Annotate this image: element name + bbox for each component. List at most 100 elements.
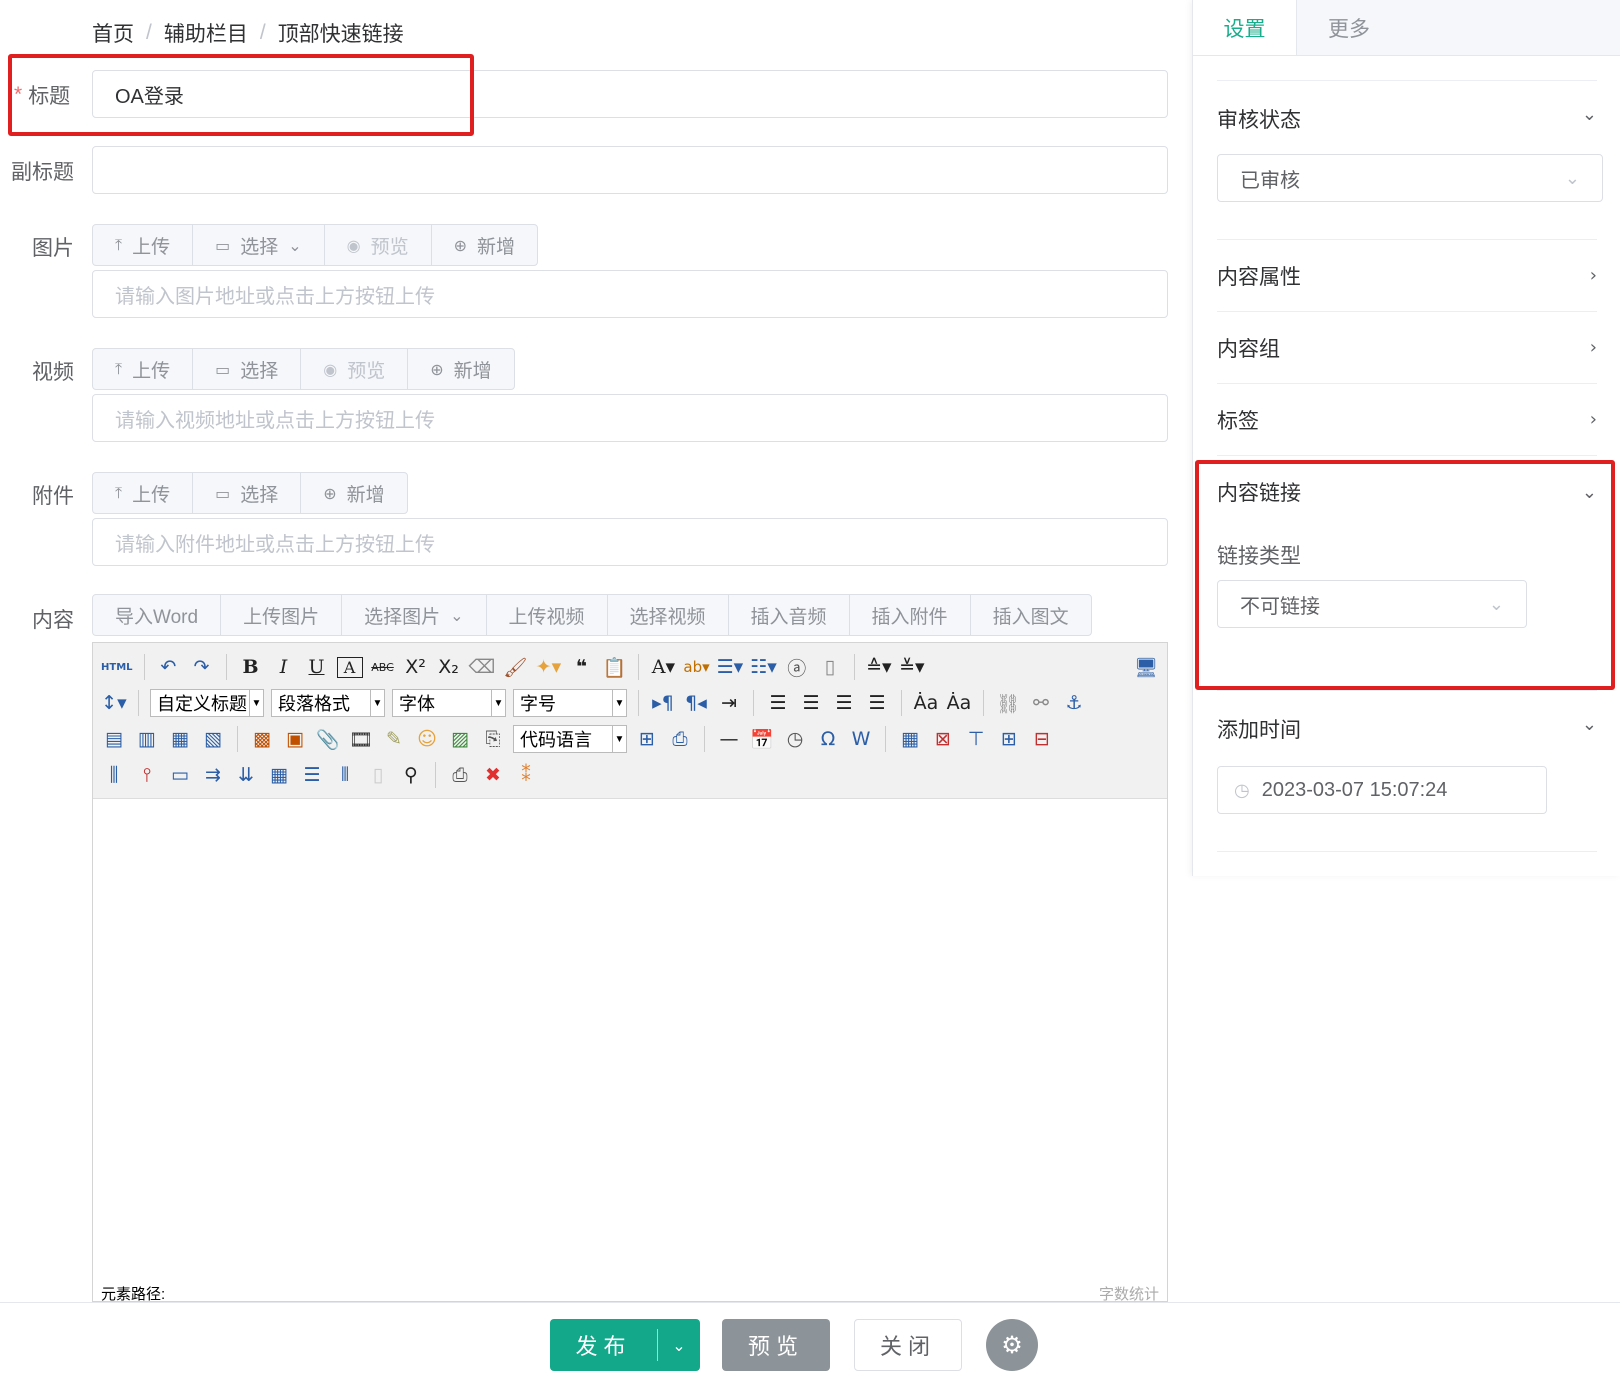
- insert-row-icon[interactable]: ⊞: [996, 728, 1022, 750]
- insert-table-icon[interactable]: ▦: [897, 728, 923, 750]
- auto-format-icon[interactable]: ✦▾: [535, 656, 561, 678]
- subscript-icon[interactable]: X₂: [436, 656, 462, 678]
- search-replace-icon[interactable]: ⚲: [398, 764, 424, 786]
- insert-image-icon[interactable]: ▣: [282, 728, 308, 750]
- close-button[interactable]: 关闭: [854, 1319, 962, 1371]
- video-add-button[interactable]: ⊕ 新增: [408, 349, 513, 389]
- split-rows-icon[interactable]: ☰: [299, 764, 325, 786]
- select-video-button[interactable]: 选择视频: [608, 595, 729, 635]
- row-spacing-bottom-icon[interactable]: ≚▾: [899, 656, 925, 678]
- row-spacing-top-icon[interactable]: ≙▾: [866, 656, 892, 678]
- strikethrough-icon[interactable]: ABC: [370, 661, 396, 674]
- video-url-input[interactable]: 请输入视频地址或点击上方按钮上传: [92, 394, 1168, 442]
- select-all-icon[interactable]: ⓐ: [784, 654, 810, 681]
- attachment-add-button[interactable]: ⊕ 新增: [301, 473, 406, 513]
- image-preview-button[interactable]: ◉ 预览: [325, 225, 432, 265]
- merge-right-icon[interactable]: ⇉: [200, 764, 226, 786]
- image-center-icon[interactable]: ▧: [200, 728, 226, 750]
- insert-col-icon[interactable]: ⫼: [101, 764, 127, 786]
- attachment-upload-button[interactable]: ⤒ 上传: [93, 473, 194, 513]
- delete-row-icon[interactable]: ⊟: [1029, 728, 1055, 750]
- split-cells-icon[interactable]: ▦: [266, 764, 292, 786]
- ordered-list-icon[interactable]: ☰▾: [717, 656, 744, 678]
- insert-article-button[interactable]: 插入图文: [971, 595, 1091, 635]
- font-size-select[interactable]: 字号 ▼: [513, 689, 627, 717]
- date-icon[interactable]: 📅: [749, 728, 775, 751]
- upload-video-button[interactable]: 上传视频: [487, 595, 608, 635]
- add-time-picker[interactable]: ◷ 2023-03-07 15:07:24: [1217, 766, 1547, 814]
- paste-text-icon[interactable]: 📋: [601, 656, 627, 679]
- font-family-select[interactable]: 字体 ▼: [392, 689, 506, 717]
- time-icon[interactable]: ◷: [782, 728, 808, 750]
- merge-down-icon[interactable]: ⇊: [233, 764, 259, 786]
- review-status-title[interactable]: 审核状态: [1217, 104, 1301, 134]
- indent-icon[interactable]: ⇥: [716, 692, 742, 714]
- split-cols-icon[interactable]: ⦀: [332, 764, 358, 786]
- horizontal-rule-icon[interactable]: —: [716, 728, 742, 750]
- tags-section[interactable]: 标签 ›: [1217, 384, 1597, 456]
- emotion-icon[interactable]: ☺: [414, 728, 440, 750]
- custom-heading-select[interactable]: 自定义标题 ▼: [150, 689, 264, 717]
- insert-audio-button[interactable]: 插入音频: [729, 595, 850, 635]
- align-right-icon[interactable]: ☰: [831, 692, 857, 714]
- video-upload-button[interactable]: ⤒ 上传: [93, 349, 194, 389]
- image-left-icon[interactable]: ▥: [134, 728, 160, 750]
- link-icon[interactable]: ⛓: [995, 692, 1021, 715]
- clear-doc-icon[interactable]: ▯: [817, 656, 843, 678]
- template-icon[interactable]: ⎘: [480, 728, 506, 750]
- code-language-select[interactable]: 代码语言 ▼: [513, 725, 627, 753]
- uppercase-icon[interactable]: Ȧa: [913, 692, 939, 714]
- paragraph-format-select[interactable]: 段落格式 ▼: [271, 689, 385, 717]
- video-preview-button[interactable]: ◉ 预览: [301, 349, 409, 389]
- insert-video-icon[interactable]: 🎞: [348, 728, 374, 751]
- upload-image-button[interactable]: 上传图片: [221, 595, 343, 635]
- subtitle-input[interactable]: [92, 146, 1168, 194]
- add-time-title[interactable]: 添加时间: [1217, 714, 1301, 744]
- import-word-button[interactable]: 导入Word: [93, 595, 222, 635]
- ltr-icon[interactable]: ▸¶: [650, 692, 676, 714]
- chevron-down-icon[interactable]: ⌄: [658, 1336, 700, 1355]
- tab-more[interactable]: 更多: [1297, 0, 1401, 55]
- unordered-list-icon[interactable]: ☷▾: [750, 656, 777, 678]
- special-char-icon[interactable]: Ω: [815, 728, 841, 750]
- font-border-icon[interactable]: A: [336, 656, 363, 678]
- image-add-button[interactable]: ⊕ 新增: [432, 225, 537, 265]
- lowercase-icon[interactable]: Ȧa: [946, 692, 972, 714]
- fullscreen-icon[interactable]: 🖥: [1133, 656, 1159, 679]
- attachment-url-input[interactable]: 请输入附件地址或点击上方按钮上传: [92, 518, 1168, 566]
- image-select-button[interactable]: ▭ 选择 ⌄: [193, 225, 325, 265]
- publish-button[interactable]: 发布 ⌄: [550, 1319, 700, 1371]
- 135-editor-icon[interactable]: ⁑: [513, 764, 539, 786]
- gear-icon[interactable]: ⚙: [986, 1319, 1038, 1371]
- merge-cells-icon[interactable]: ▭: [167, 764, 193, 786]
- attachment-select-button[interactable]: ▭ 选择: [193, 473, 302, 513]
- delete-table-icon[interactable]: ⊠: [930, 728, 956, 750]
- html-source-icon[interactable]: HTML: [101, 662, 133, 673]
- preview-button[interactable]: 预览: [722, 1319, 830, 1371]
- anchor-icon[interactable]: ⚓: [1061, 692, 1087, 714]
- bold-icon[interactable]: B: [238, 656, 264, 678]
- chevron-down-icon[interactable]: ⌄: [1582, 714, 1597, 735]
- delete-col-icon[interactable]: ⫯: [134, 764, 160, 786]
- align-justify-icon[interactable]: ☰: [864, 692, 890, 714]
- attachment-icon[interactable]: 📎: [315, 728, 341, 751]
- underline-icon[interactable]: U: [304, 656, 330, 678]
- eraser-icon[interactable]: ⌫: [469, 656, 496, 678]
- redo-icon[interactable]: ↷: [189, 656, 215, 678]
- align-center-icon[interactable]: ☰: [798, 692, 824, 714]
- page-break-icon[interactable]: ⊞: [634, 728, 660, 750]
- insert-paragraph-before-table-icon[interactable]: ⊤: [963, 728, 989, 750]
- highlight-color-icon[interactable]: ab▾: [683, 658, 709, 676]
- background-icon[interactable]: ▨: [447, 728, 473, 750]
- content-attr-section[interactable]: 内容属性 ›: [1217, 240, 1597, 312]
- breadcrumb-item-aux[interactable]: 辅助栏目: [164, 18, 248, 48]
- format-brush-icon[interactable]: 🖌: [502, 656, 528, 679]
- breadcrumb-item-home[interactable]: 首页: [92, 18, 134, 48]
- align-left-icon[interactable]: ☰: [765, 692, 791, 714]
- font-color-icon[interactable]: A▾: [650, 656, 676, 678]
- review-status-select[interactable]: 已审核 ⌄: [1217, 154, 1603, 202]
- chart-icon[interactable]: ▯: [365, 764, 391, 786]
- simple-upload-icon[interactable]: ▩: [249, 728, 275, 750]
- italic-icon[interactable]: I: [271, 656, 297, 678]
- editor-content-area[interactable]: [93, 799, 1167, 1279]
